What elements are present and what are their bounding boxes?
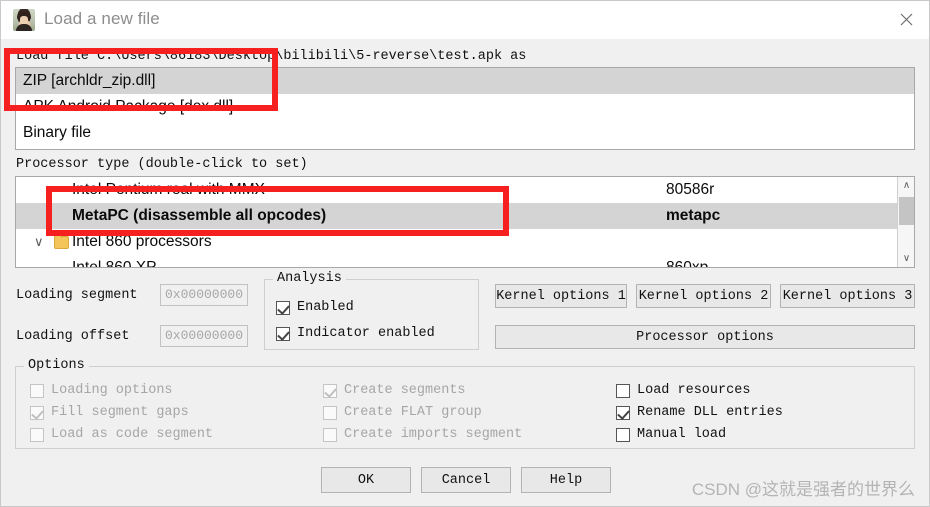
scroll-down-icon[interactable]: ∨ xyxy=(898,250,914,267)
processor-name: Intel 860 XP xyxy=(72,259,157,268)
folder-icon xyxy=(54,234,69,249)
loading-segment-label: Loading segment xyxy=(16,288,138,303)
ok-button[interactable]: OK xyxy=(321,467,411,493)
list-item[interactable]: APK Android Package [dex.dll] xyxy=(16,94,914,120)
checkbox-rename-dll-entries[interactable]: Rename DLL entries xyxy=(616,405,783,420)
checkbox-label: Fill segment gaps xyxy=(51,405,189,420)
table-row[interactable]: Intel Pentium real with MMX 80586r xyxy=(16,177,914,203)
checkbox-box xyxy=(323,405,337,420)
kernel-options-3-button[interactable]: Kernel options 3 xyxy=(780,284,915,308)
scrollbar-thumb[interactable] xyxy=(899,197,914,225)
checkbox-label: Create imports segment xyxy=(344,427,523,442)
processor-type-label: Processor type (double-click to set) xyxy=(16,157,308,172)
checkbox-create-segments[interactable]: Create segments xyxy=(323,383,466,398)
dialog-body: Load file C:\Users\86183\Desktop\bilibil… xyxy=(1,39,929,506)
checkbox-load-as-code-segment[interactable]: Load as code segment xyxy=(30,427,213,442)
loading-offset-input[interactable]: 0x00000000 xyxy=(160,325,248,347)
checkbox-label: Create segments xyxy=(344,383,466,398)
checkbox-box xyxy=(30,427,44,442)
processor-code: 860xp xyxy=(666,259,709,268)
processor-code: metapc xyxy=(666,207,721,224)
cancel-button[interactable]: Cancel xyxy=(421,467,511,493)
loading-segment-input[interactable]: 0x00000000 xyxy=(160,284,248,306)
checkbox-box xyxy=(616,405,630,420)
processor-code: 80586r xyxy=(666,181,715,198)
scroll-up-icon[interactable]: ∧ xyxy=(898,177,914,194)
checkbox-label: Indicator enabled xyxy=(297,326,435,341)
checkbox-box xyxy=(276,300,290,315)
options-group: Options Loading options Fill segment gap… xyxy=(15,358,915,449)
options-legend: Options xyxy=(24,358,89,373)
load-new-file-dialog: Load a new file Load file C:\Users\86183… xyxy=(0,0,930,507)
checkbox-box xyxy=(30,383,44,398)
kernel-options-1-button[interactable]: Kernel options 1 xyxy=(495,284,627,308)
checkbox-create-flat-group[interactable]: Create FLAT group xyxy=(323,405,482,420)
processor-list-scrollbar[interactable]: ∧ ∨ xyxy=(897,177,914,267)
analysis-group: Analysis Enabled Indicator enabled xyxy=(264,271,479,350)
processor-options-button[interactable]: Processor options xyxy=(495,325,915,349)
chevron-down-icon[interactable]: ∨ xyxy=(34,229,44,255)
list-item[interactable]: Binary file xyxy=(16,120,914,146)
window-title: Load a new file xyxy=(44,9,160,28)
checkbox-label: Manual load xyxy=(637,427,727,442)
processor-group-name: Intel 860 processors xyxy=(72,233,212,250)
analysis-legend: Analysis xyxy=(273,271,346,286)
checkbox-label: Enabled xyxy=(297,300,354,315)
checkbox-box xyxy=(616,427,630,442)
close-icon[interactable] xyxy=(883,1,929,38)
checkbox-create-imports-segment[interactable]: Create imports segment xyxy=(323,427,522,442)
checkbox-box xyxy=(276,326,290,341)
checkbox-load-resources[interactable]: Load resources xyxy=(616,383,750,398)
processor-name: MetaPC (disassemble all opcodes) xyxy=(72,207,327,224)
checkbox-fill-segment-gaps[interactable]: Fill segment gaps xyxy=(30,405,189,420)
checkbox-label: Loading options xyxy=(51,383,173,398)
processor-name: Intel Pentium real with MMX xyxy=(72,181,265,198)
checkbox-box xyxy=(323,427,337,442)
checkbox-enabled[interactable]: Enabled xyxy=(276,300,354,315)
watermark-text: CSDN @这就是强者的世界么 xyxy=(691,480,915,499)
list-item[interactable]: ZIP [archldr_zip.dll] xyxy=(16,68,914,94)
table-row[interactable]: Intel 860 XP 860xp xyxy=(16,255,914,268)
avatar-icon xyxy=(13,9,35,31)
checkbox-label: Load resources xyxy=(637,383,751,398)
checkbox-box xyxy=(323,383,337,398)
checkbox-label: Rename DLL entries xyxy=(637,405,783,420)
checkbox-manual-load[interactable]: Manual load xyxy=(616,427,726,442)
checkbox-label: Load as code segment xyxy=(51,427,214,442)
processor-type-list[interactable]: Intel Pentium real with MMX 80586r MetaP… xyxy=(15,176,915,268)
title-bar: Load a new file xyxy=(1,1,929,40)
checkbox-box xyxy=(30,405,44,420)
file-type-list[interactable]: ZIP [archldr_zip.dll] APK Android Packag… xyxy=(15,67,915,150)
kernel-options-2-button[interactable]: Kernel options 2 xyxy=(636,284,771,308)
table-row-group[interactable]: ∨ Intel 860 processors xyxy=(16,229,914,255)
checkbox-box xyxy=(616,383,630,398)
checkbox-indicator-enabled[interactable]: Indicator enabled xyxy=(276,326,435,341)
loading-offset-label: Loading offset xyxy=(16,329,130,344)
help-button[interactable]: Help xyxy=(521,467,611,493)
checkbox-label: Create FLAT group xyxy=(344,405,482,420)
load-file-prompt: Load file C:\Users\86183\Desktop\bilibil… xyxy=(16,49,527,64)
checkbox-loading-options[interactable]: Loading options xyxy=(30,383,173,398)
table-row[interactable]: MetaPC (disassemble all opcodes) metapc xyxy=(16,203,914,229)
